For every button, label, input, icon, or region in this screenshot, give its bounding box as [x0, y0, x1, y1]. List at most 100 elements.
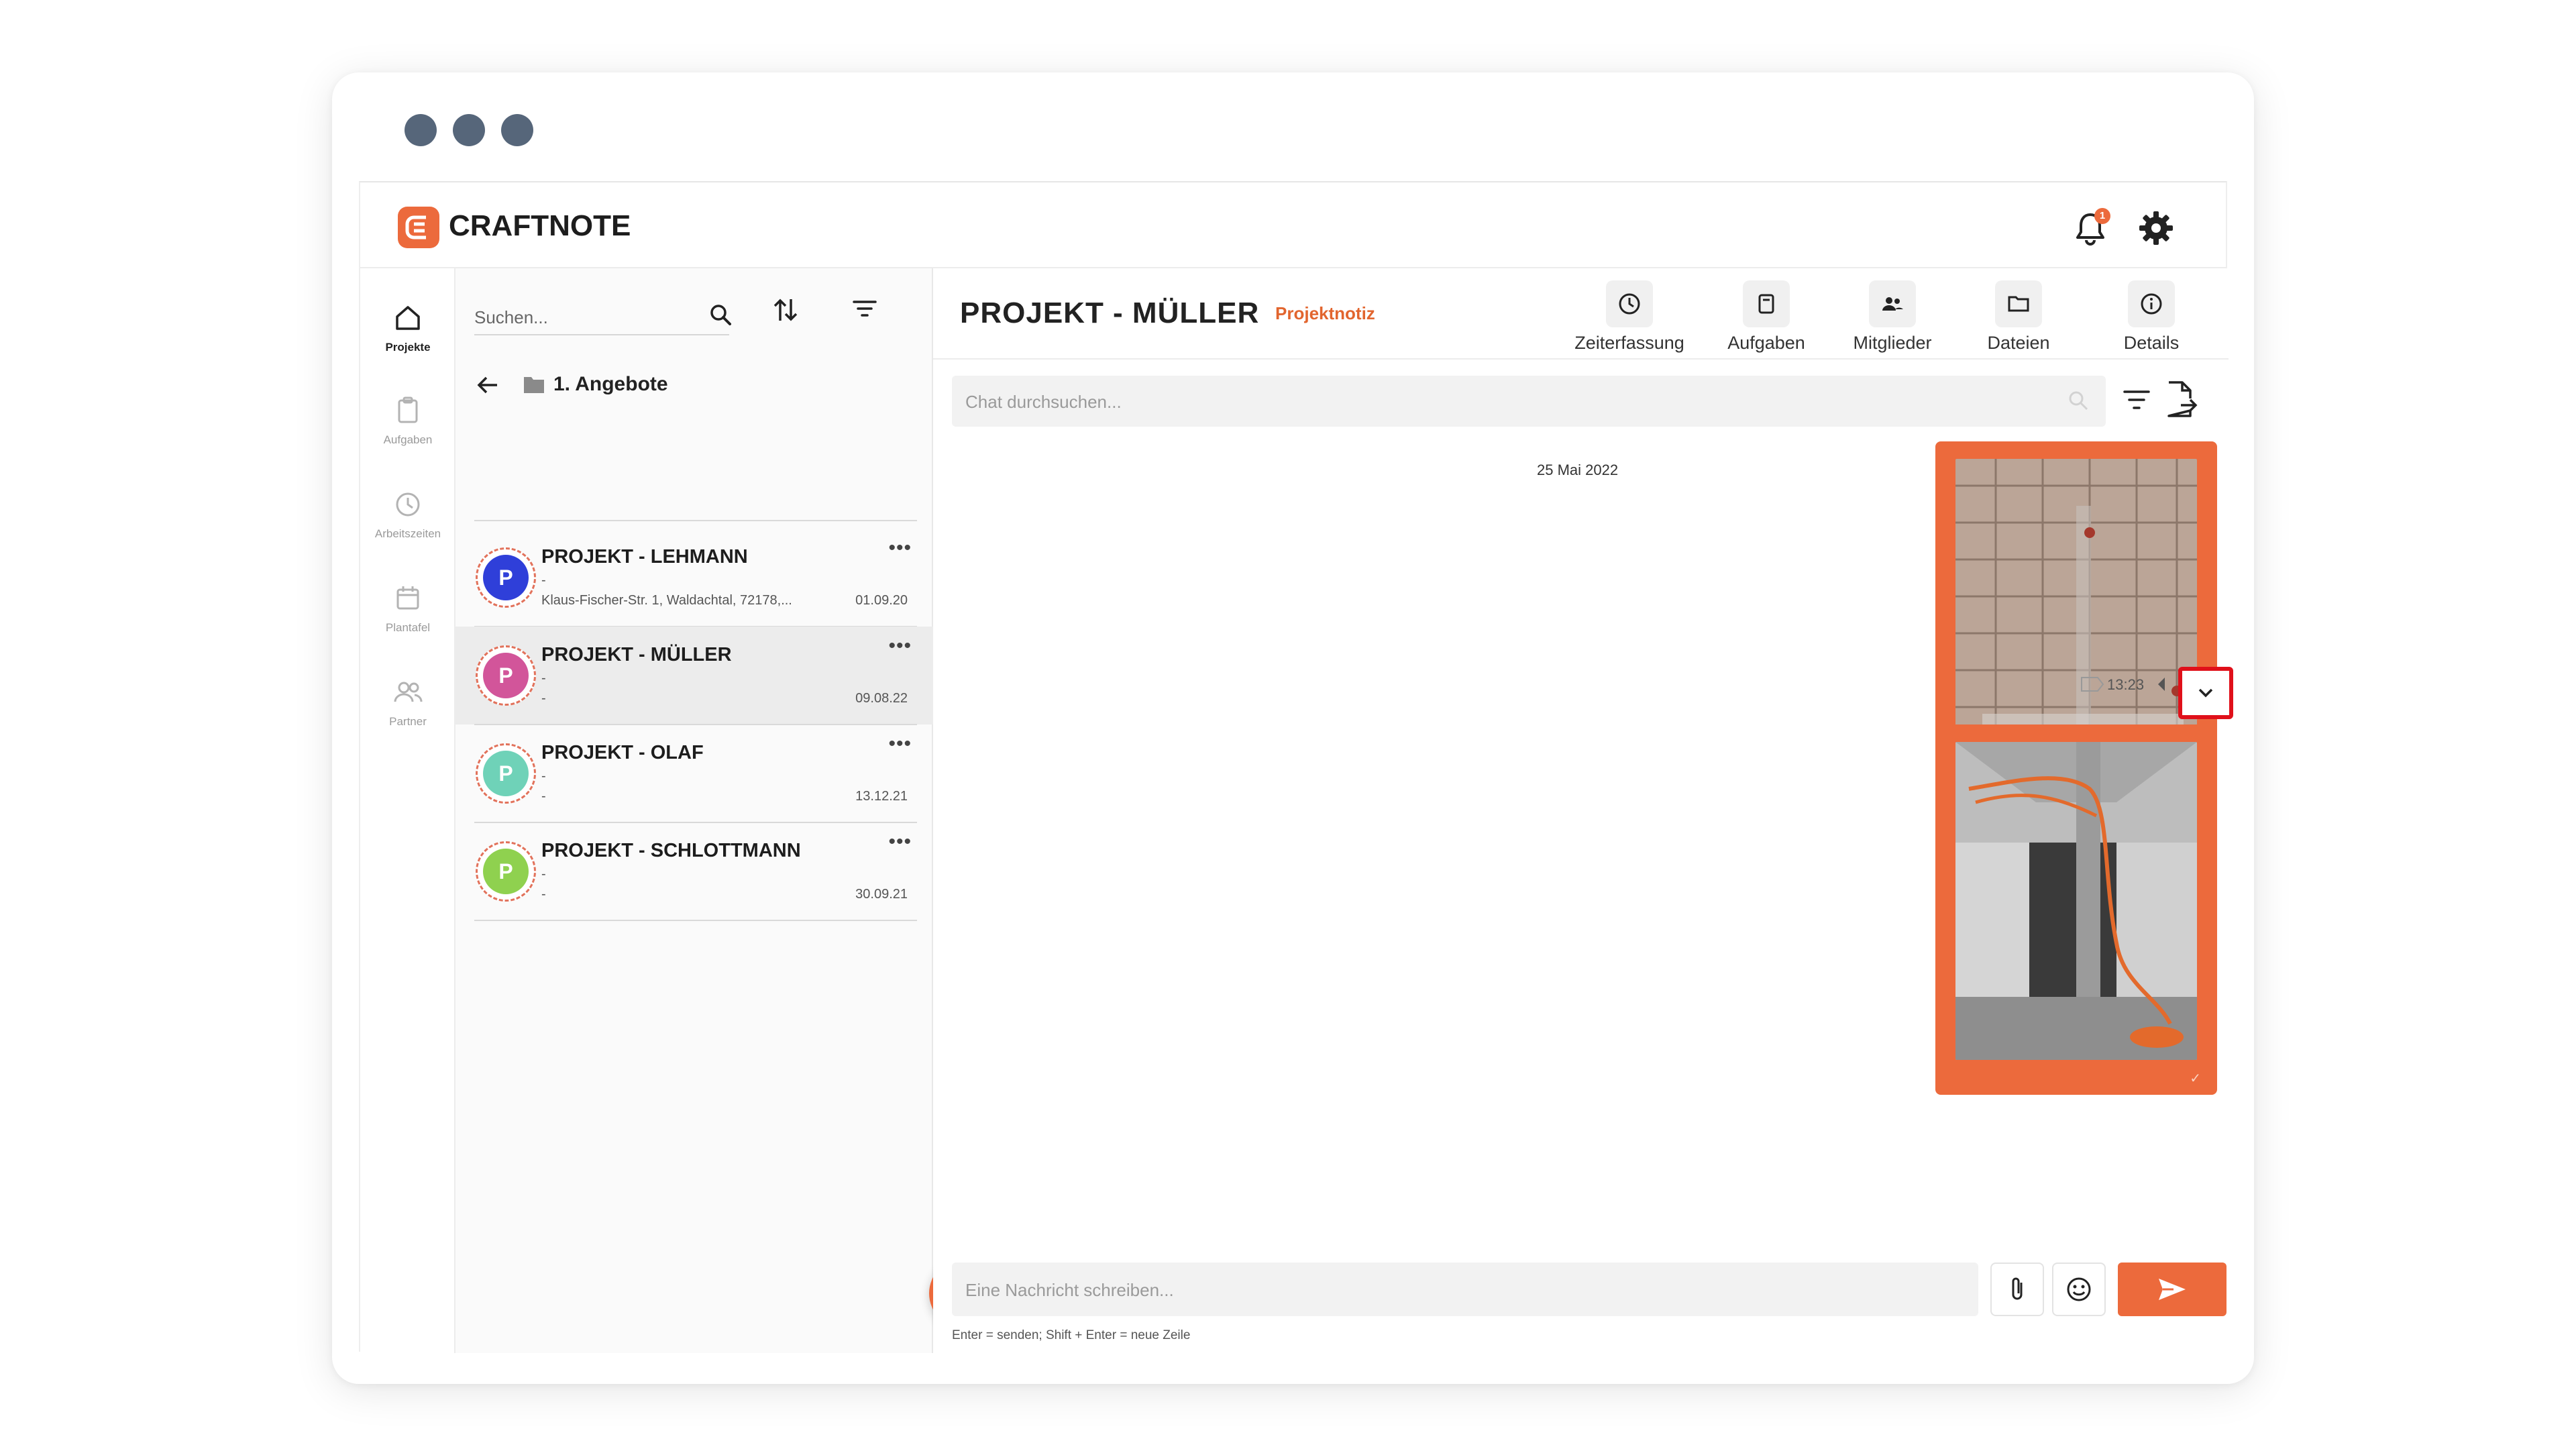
project-name: PROJEKT - LEHMANN — [541, 546, 748, 568]
more-options-icon[interactable]: ••• — [888, 733, 912, 755]
window-dot-icon — [453, 114, 485, 146]
nav-label: Partner — [389, 715, 427, 728]
mitglieder-button[interactable]: Mitglieder — [1825, 280, 1960, 354]
avatar: P — [476, 743, 536, 804]
project-name: PROJEKT - SCHLOTTMANN — [541, 840, 801, 861]
emoji-icon — [2067, 1277, 2091, 1301]
search-placeholder: Suchen... — [474, 307, 548, 327]
project-date: 30.09.21 — [855, 887, 908, 902]
chat-subtitle: Projektnotiz — [1275, 303, 1375, 323]
button-label: Mitglieder — [1853, 333, 1932, 353]
read-check-icon: ✓ — [2190, 1071, 2201, 1086]
zeiterfassung-button[interactable]: Zeiterfassung — [1562, 280, 1697, 354]
project-name: PROJEKT - MÜLLER — [541, 644, 732, 665]
filter-icon[interactable] — [2121, 384, 2153, 416]
info-icon — [2141, 293, 2162, 315]
craftnote-logo-icon[interactable] — [398, 207, 439, 248]
window-dot-icon — [501, 114, 533, 146]
nav-item-aufgaben[interactable]: Aufgaben — [360, 394, 455, 447]
members-icon — [1882, 297, 1903, 311]
divider — [474, 920, 917, 921]
project-date: 09.08.22 — [855, 691, 908, 706]
message-time: 13:23 — [2107, 676, 2145, 693]
button-label: Dateien — [1987, 333, 2050, 353]
project-address: - — [541, 887, 546, 902]
export-file-icon[interactable] — [2163, 380, 2200, 419]
image-message[interactable]: ✓ — [1935, 724, 2217, 1095]
project-list-item[interactable]: P PROJEKT - LEHMANN - Klaus-Fischer-Str.… — [455, 529, 933, 627]
nav-label: Plantafel — [385, 621, 431, 634]
gear-icon[interactable] — [2137, 209, 2175, 247]
back-arrow-icon[interactable] — [474, 372, 501, 398]
more-options-icon[interactable]: ••• — [888, 830, 912, 853]
project-list-item[interactable]: P PROJEKT - OLAF - - 13.12.21 ••• — [455, 724, 933, 823]
message-input[interactable]: Eine Nachricht schreiben... — [952, 1263, 1978, 1316]
chat-header: PROJEKT - MÜLLER Projektnotiz Zeiterfass… — [933, 268, 2229, 360]
filter-icon[interactable] — [850, 294, 879, 323]
project-list-panel: Suchen... 1. Angebote P PROJEKT - LEHMAN… — [455, 268, 999, 1353]
window-dot-icon — [405, 114, 437, 146]
nav-item-projekte[interactable]: Projekte — [360, 302, 455, 354]
project-date: 01.09.20 — [855, 593, 908, 608]
folder-name: 1. Angebote — [553, 373, 668, 395]
avatar: P — [476, 841, 536, 902]
chat-search-input[interactable]: Chat durchsuchen... — [952, 376, 2106, 427]
top-bar: CRAFTNOTE 1 — [360, 182, 2226, 268]
aufgaben-button[interactable]: Aufgaben — [1699, 280, 1833, 354]
chat-panel: PROJEKT - MÜLLER Projektnotiz Zeiterfass… — [933, 268, 2233, 1353]
divider — [474, 520, 917, 521]
calendar-icon — [396, 586, 419, 610]
composer-hint: Enter = senden; Shift + Enter = neue Zei… — [952, 1328, 1191, 1342]
project-address: Klaus-Fischer-Str. 1, Waldachtal, 72178,… — [541, 593, 792, 608]
project-address: - — [541, 789, 546, 804]
chat-title: PROJEKT - MÜLLER — [960, 297, 1260, 329]
nav-item-arbeitszeiten[interactable]: Arbeitszeiten — [360, 488, 455, 541]
notification-badge: 1 — [2094, 208, 2110, 224]
more-options-icon[interactable]: ••• — [888, 537, 912, 559]
app-name: CRAFTNOTE — [449, 209, 631, 242]
paperclip-icon — [2012, 1277, 2023, 1300]
send-button[interactable] — [2118, 1263, 2226, 1316]
clock-icon — [1619, 293, 1640, 315]
more-options-icon[interactable]: ••• — [888, 635, 912, 657]
people-icon — [394, 682, 423, 702]
clock-icon — [396, 492, 420, 517]
project-detail: - — [541, 769, 546, 784]
app-container: CRAFTNOTE 1 Projekte Aufgaben Arbeitszei… — [359, 181, 2233, 1353]
nav-item-partner[interactable]: Partner — [360, 676, 455, 729]
home-icon — [396, 306, 420, 330]
nav-item-plantafel[interactable]: Plantafel — [360, 582, 455, 635]
project-address: - — [541, 691, 546, 706]
chevron-down-icon — [2198, 688, 2213, 698]
nav-label: Aufgaben — [383, 433, 433, 446]
search-icon[interactable] — [708, 302, 735, 329]
attach-button[interactable] — [1990, 1263, 2044, 1316]
project-detail: - — [541, 867, 546, 881]
chat-search-placeholder: Chat durchsuchen... — [965, 392, 1122, 412]
project-name: PROJEKT - OLAF — [541, 742, 704, 763]
message-options-dropdown[interactable] — [2178, 667, 2233, 719]
send-icon — [2159, 1279, 2186, 1300]
construction-photo[interactable] — [1955, 742, 2197, 1060]
folder-breadcrumb: 1. Angebote — [474, 369, 917, 402]
folder-icon — [524, 377, 544, 393]
details-button[interactable]: Details — [2084, 280, 2218, 354]
emoji-button[interactable] — [2052, 1263, 2106, 1316]
dateien-button[interactable]: Dateien — [1951, 280, 2086, 354]
project-detail: - — [541, 573, 546, 588]
button-label: Zeiterfassung — [1574, 333, 1684, 353]
project-date: 13.12.21 — [855, 789, 908, 804]
pin-icon — [2158, 678, 2165, 691]
sort-icon[interactable] — [771, 295, 800, 325]
project-search-field[interactable]: Suchen... — [474, 295, 731, 335]
project-list-item[interactable]: P PROJEKT - SCHLOTTMANN - - 30.09.21 ••• — [455, 822, 933, 921]
folder-icon — [2008, 296, 2029, 312]
clipboard-icon — [398, 396, 418, 423]
project-list-item[interactable]: P PROJEKT - MÜLLER - - 09.08.22 ••• — [455, 627, 933, 725]
nav-label: Arbeitszeiten — [374, 527, 441, 540]
project-detail: - — [541, 671, 546, 686]
search-icon[interactable] — [2067, 389, 2090, 412]
avatar: P — [476, 547, 536, 608]
button-label: Details — [2123, 333, 2180, 353]
tag-icon[interactable] — [2080, 676, 2104, 692]
